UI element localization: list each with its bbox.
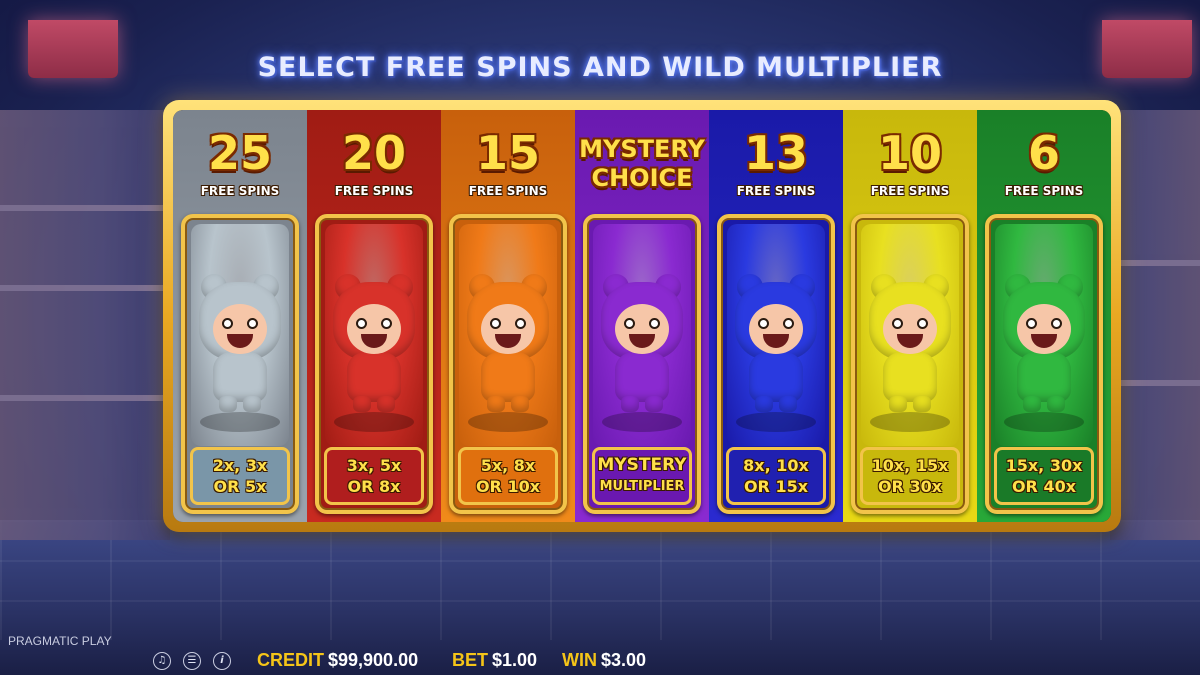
multiplier-label: 15x, 30x OR 40x bbox=[994, 447, 1094, 505]
character-face bbox=[347, 304, 401, 354]
multiplier-line2: OR 5x bbox=[213, 477, 267, 496]
win-display: WIN $3.00 bbox=[562, 650, 646, 671]
red-bear-icon bbox=[327, 274, 421, 424]
free-spins-label: FREE SPINS bbox=[200, 184, 280, 198]
sound-icon[interactable]: ♫ bbox=[153, 652, 171, 670]
option-select-button[interactable]: 2x, 3x OR 5x bbox=[181, 214, 299, 514]
orange-bear-icon bbox=[461, 274, 555, 424]
multiplier-line1: 5x, 8x bbox=[480, 456, 536, 475]
option-header: 13 FREE SPINS bbox=[709, 110, 843, 214]
multiplier-line2: OR 10x bbox=[475, 477, 541, 496]
win-value: $3.00 bbox=[601, 650, 647, 670]
character-face bbox=[615, 304, 669, 354]
multiplier-label: MYSTERY MULTIPLIER bbox=[592, 447, 692, 505]
option-select-button[interactable]: 3x, 5x OR 8x bbox=[315, 214, 433, 514]
character-face bbox=[883, 304, 937, 354]
option-header: 15 FREE SPINS bbox=[441, 110, 575, 214]
bet-label: BET bbox=[452, 650, 488, 670]
character-face bbox=[481, 304, 535, 354]
character-display bbox=[861, 224, 959, 446]
option-select-button[interactable]: 5x, 8x OR 10x bbox=[449, 214, 567, 514]
multiplier-label: 10x, 15x OR 30x bbox=[860, 447, 960, 505]
multiplier-line1: 8x, 10x bbox=[743, 456, 809, 475]
free-spins-count: 13 bbox=[743, 126, 808, 180]
multiplier-label: 5x, 8x OR 10x bbox=[458, 447, 558, 505]
option-header: 20 FREE SPINS bbox=[307, 110, 441, 214]
free-spins-label: FREE SPINS bbox=[870, 184, 950, 198]
option-column: 6 FREE SPINS 15x, 30x OR 40x bbox=[977, 110, 1111, 522]
bet-value: $1.00 bbox=[492, 650, 538, 670]
yellow-bear-icon bbox=[863, 274, 957, 424]
right-shelf bbox=[1110, 110, 1200, 540]
menu-icon[interactable]: ☰ bbox=[183, 652, 201, 670]
option-select-button[interactable]: 8x, 10x OR 15x bbox=[717, 214, 835, 514]
floor-tiles bbox=[0, 520, 1200, 640]
free-spins-label: FREE SPINS bbox=[468, 184, 548, 198]
option-header: MYSTERY CHOICE bbox=[575, 110, 709, 214]
option-column: MYSTERY CHOICE MYSTERY MULTIPLIER bbox=[575, 110, 709, 522]
option-column: 13 FREE SPINS 8x, 10x OR 15x bbox=[709, 110, 843, 522]
left-shelf bbox=[0, 110, 170, 540]
mystery-choice-line2: CHOICE bbox=[591, 164, 693, 192]
option-header: 10 FREE SPINS bbox=[843, 110, 977, 214]
free-spins-count: 15 bbox=[475, 126, 540, 180]
option-header: 25 FREE SPINS bbox=[173, 110, 307, 214]
character-face bbox=[749, 304, 803, 354]
multiplier-line2: OR 40x bbox=[1011, 477, 1077, 496]
free-spins-count: 6 bbox=[1027, 126, 1060, 180]
multiplier-line1: MYSTERY bbox=[597, 455, 687, 475]
character-face bbox=[213, 304, 267, 354]
credit-display: CREDIT $99,900.00 bbox=[257, 650, 418, 671]
credit-value: $99,900.00 bbox=[328, 650, 419, 670]
multiplier-line2: OR 8x bbox=[347, 477, 401, 496]
option-column: 15 FREE SPINS 5x, 8x OR 10x bbox=[441, 110, 575, 522]
green-bear-icon bbox=[997, 274, 1091, 424]
grey-bear-icon bbox=[193, 274, 287, 424]
character-display bbox=[593, 224, 691, 446]
multiplier-label: 2x, 3x OR 5x bbox=[190, 447, 290, 505]
free-spins-count: 10 bbox=[877, 126, 942, 180]
multiplier-line2: MULTIPLIER bbox=[599, 479, 685, 494]
purple-bear-icon bbox=[595, 274, 689, 424]
free-spins-count: 20 bbox=[341, 126, 406, 180]
option-select-button[interactable]: 15x, 30x OR 40x bbox=[985, 214, 1103, 514]
mystery-choice-line1: MYSTERY bbox=[579, 135, 705, 163]
credit-label: CREDIT bbox=[257, 650, 324, 670]
free-spins-count: 25 bbox=[207, 126, 272, 180]
multiplier-label: 8x, 10x OR 15x bbox=[726, 447, 826, 505]
free-spins-label: FREE SPINS bbox=[1004, 184, 1084, 198]
info-icon[interactable]: i bbox=[213, 652, 231, 670]
option-select-button[interactable]: 10x, 15x OR 30x bbox=[851, 214, 969, 514]
options-row: 25 FREE SPINS 2x, 3x OR 5x 20 FREE SPINS 3x, 5… bbox=[173, 110, 1111, 522]
character-display bbox=[325, 224, 423, 446]
option-column: 10 FREE SPINS 10x, 15x OR 30x bbox=[843, 110, 977, 522]
blue-bear-icon bbox=[729, 274, 823, 424]
multiplier-line1: 15x, 30x bbox=[1005, 456, 1083, 475]
character-display bbox=[191, 224, 289, 446]
free-spins-label: FREE SPINS bbox=[736, 184, 816, 198]
win-label: WIN bbox=[562, 650, 597, 670]
page-title: SELECT FREE SPINS AND WILD MULTIPLIER bbox=[257, 52, 943, 83]
bet-display: BET $1.00 bbox=[452, 650, 537, 671]
multiplier-line1: 10x, 15x bbox=[871, 456, 949, 475]
option-column: 25 FREE SPINS 2x, 3x OR 5x bbox=[173, 110, 307, 522]
brand-logo: PRAGMATIC PLAY bbox=[8, 634, 112, 648]
multiplier-line1: 2x, 3x bbox=[212, 456, 268, 475]
option-column: 20 FREE SPINS 3x, 5x OR 8x bbox=[307, 110, 441, 522]
multiplier-label: 3x, 5x OR 8x bbox=[324, 447, 424, 505]
multiplier-line1: 3x, 5x bbox=[346, 456, 402, 475]
character-display bbox=[995, 224, 1093, 446]
character-display bbox=[459, 224, 557, 446]
selection-board: 25 FREE SPINS 2x, 3x OR 5x 20 FREE SPINS 3x, 5… bbox=[163, 100, 1121, 532]
character-face bbox=[1017, 304, 1071, 354]
multiplier-line2: OR 30x bbox=[877, 477, 943, 496]
option-select-button[interactable]: MYSTERY MULTIPLIER bbox=[583, 214, 701, 514]
multiplier-line2: OR 15x bbox=[743, 477, 809, 496]
free-spins-label: FREE SPINS bbox=[334, 184, 414, 198]
character-display bbox=[727, 224, 825, 446]
option-header: 6 FREE SPINS bbox=[977, 110, 1111, 214]
